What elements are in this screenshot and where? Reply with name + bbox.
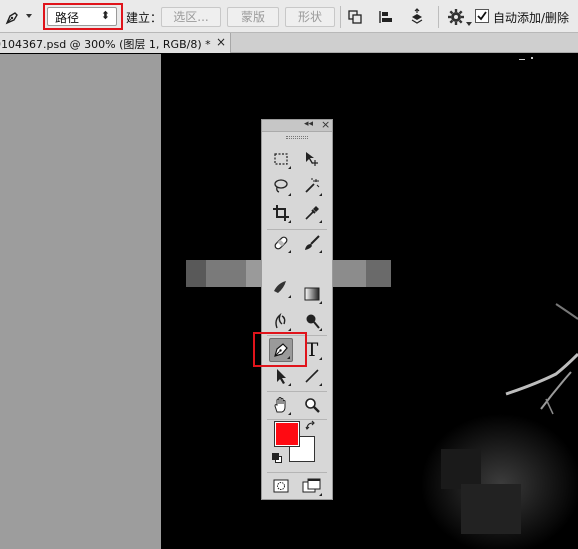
mode-select-value: 路径 xyxy=(55,11,80,25)
collapse-panel-icon[interactable]: ◂◂ xyxy=(304,119,313,129)
type-glyph: T xyxy=(305,339,319,361)
pen-tool-highlight xyxy=(253,332,307,367)
blur-icon[interactable] xyxy=(300,309,324,333)
close-icon[interactable]: × xyxy=(321,118,330,131)
auto-add-delete-checkbox[interactable] xyxy=(475,9,489,23)
canvas-image xyxy=(421,57,578,549)
auto-add-delete-label: 自动添加/删除 xyxy=(493,11,570,25)
pasteboard xyxy=(0,54,161,549)
zoom-icon[interactable] xyxy=(300,393,324,417)
tools-panel: ◂◂ × T xyxy=(261,118,333,500)
separator xyxy=(340,6,341,28)
selection-button[interactable]: 选区... xyxy=(161,7,221,27)
healing-brush-icon[interactable] xyxy=(269,231,293,255)
gradient-icon[interactable] xyxy=(300,282,324,306)
eyedropper-icon[interactable] xyxy=(300,201,324,225)
pen-tool-icon[interactable] xyxy=(2,6,24,28)
grip-handle[interactable] xyxy=(286,136,308,139)
document-tab-title: 0104367.psd @ 300% (图层 1, RGB/8) * xyxy=(0,38,211,51)
path-selection-icon[interactable] xyxy=(269,364,293,388)
separator xyxy=(438,6,439,28)
swap-colors-icon[interactable] xyxy=(305,420,317,432)
mode-select[interactable]: 路径 ⬍ xyxy=(47,7,117,26)
default-colors-icon[interactable] xyxy=(272,453,282,463)
canvas[interactable] xyxy=(161,54,578,549)
document-tab-bar: 0104367.psd @ 300% (图层 1, RGB/8) * × xyxy=(0,33,578,53)
crop-icon[interactable] xyxy=(269,201,293,225)
settings-dropdown-icon[interactable] xyxy=(466,22,472,26)
history-brush-icon[interactable] xyxy=(269,309,293,333)
mask-button[interactable]: 蒙版 xyxy=(227,7,279,27)
tools-panel-header[interactable]: ◂◂ × xyxy=(262,118,332,132)
make-label: 建立： xyxy=(126,11,163,25)
close-icon[interactable]: × xyxy=(216,35,226,49)
rectangular-marquee-icon[interactable] xyxy=(269,147,293,171)
screen-mode-icon[interactable] xyxy=(300,474,324,498)
mode-select-arrows-icon: ⬍ xyxy=(100,9,110,22)
separator xyxy=(267,391,327,392)
path-alignment-icon[interactable] xyxy=(376,7,396,27)
path-arrangement-icon[interactable] xyxy=(406,6,428,28)
brush-icon[interactable] xyxy=(300,231,324,255)
move-icon[interactable] xyxy=(300,147,324,171)
magic-wand-icon[interactable] xyxy=(300,174,324,198)
separator xyxy=(267,229,327,230)
separator xyxy=(267,472,327,473)
foreground-color-swatch[interactable] xyxy=(274,421,300,447)
gear-icon[interactable] xyxy=(445,6,467,28)
quick-mask-icon[interactable] xyxy=(269,474,293,498)
hand-icon[interactable] xyxy=(269,393,293,417)
options-bar: 路径 ⬍ 建立： 选区... 蒙版 形状 自动添加/删除 xyxy=(0,0,578,33)
line-icon[interactable] xyxy=(300,364,324,388)
lasso-icon[interactable] xyxy=(269,174,293,198)
path-operations-icon[interactable] xyxy=(345,7,365,27)
separator xyxy=(267,419,327,420)
document-tab[interactable]: 0104367.psd @ 300% (图层 1, RGB/8) * × xyxy=(0,33,231,53)
clone-stamp-icon[interactable] xyxy=(269,276,293,300)
tool-preset-dropdown-icon[interactable] xyxy=(26,14,32,18)
shape-button[interactable]: 形状 xyxy=(285,7,335,27)
